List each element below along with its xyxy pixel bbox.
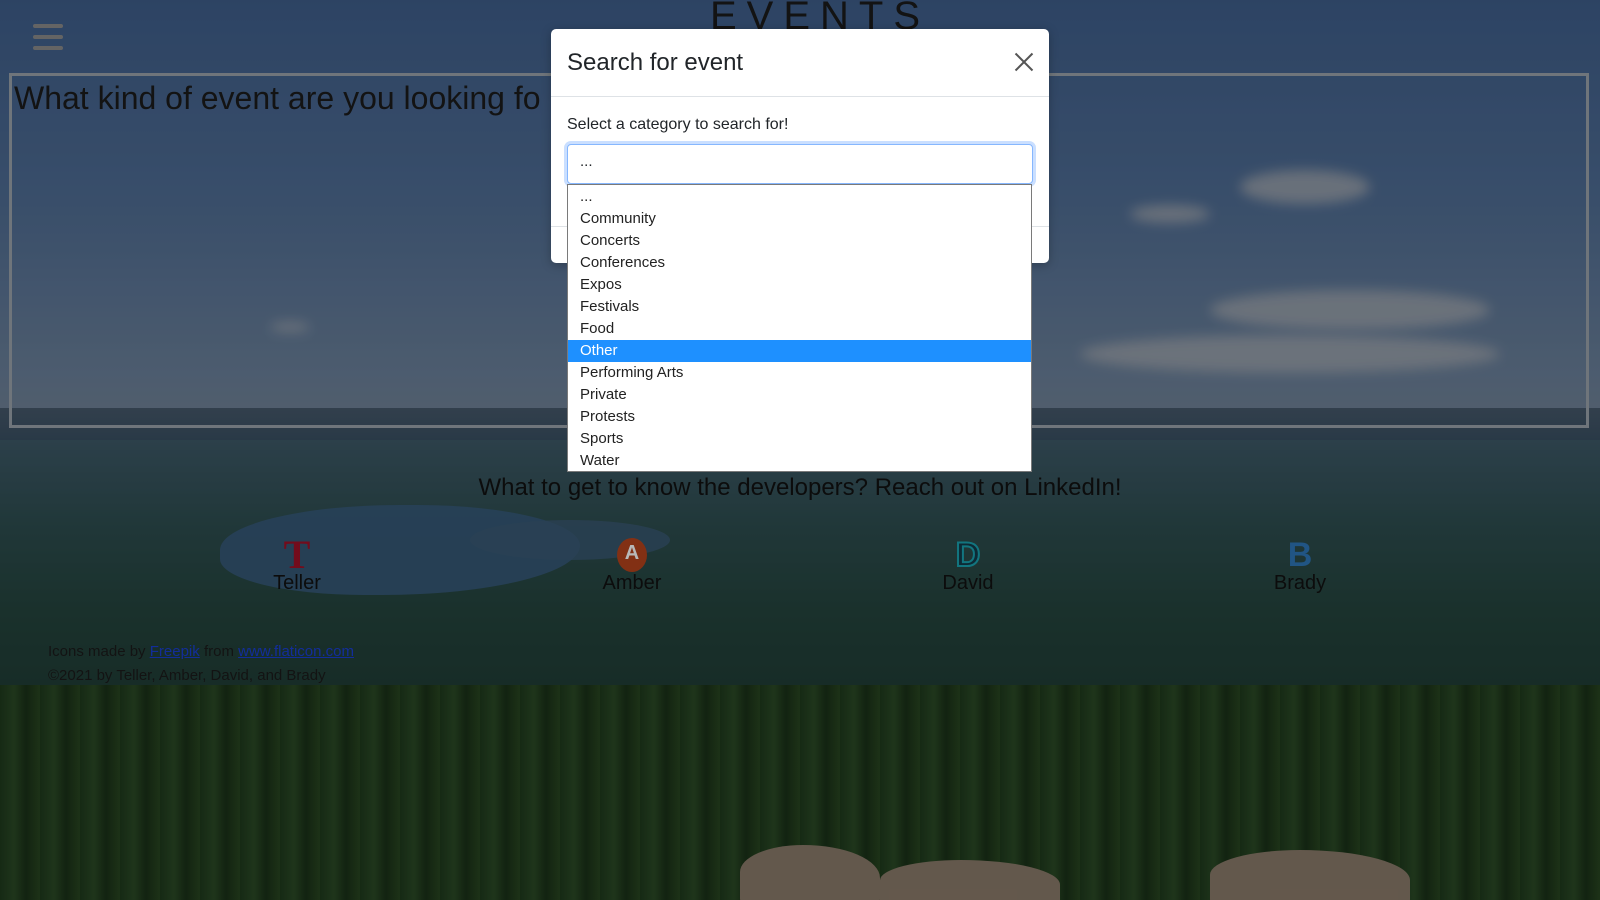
category-option[interactable]: Sports [568, 428, 1031, 450]
category-dropdown-list: ... Community Concerts Conferences Expos… [567, 184, 1032, 472]
category-option[interactable]: Protests [568, 406, 1031, 428]
category-option-highlighted[interactable]: Other [568, 340, 1031, 362]
category-option[interactable]: Expos [568, 274, 1031, 296]
category-option[interactable]: ... [568, 186, 1031, 208]
category-option[interactable]: Concerts [568, 230, 1031, 252]
modal-title: Search for event [567, 49, 744, 76]
category-option[interactable]: Private [568, 384, 1031, 406]
category-option[interactable]: Community [568, 208, 1031, 230]
category-option[interactable]: Festivals [568, 296, 1031, 318]
category-option[interactable]: Performing Arts [568, 362, 1031, 384]
modal-header: Search for event [551, 29, 1049, 97]
close-icon[interactable] [1013, 51, 1035, 73]
modal-body: Select a category to search for! ... [551, 97, 1049, 184]
category-select[interactable]: ... [567, 144, 1033, 184]
category-option[interactable]: Conferences [568, 252, 1031, 274]
category-option[interactable]: Water [568, 450, 1031, 472]
category-select-label: Select a category to search for! [567, 116, 789, 133]
category-option[interactable]: Food [568, 318, 1031, 340]
